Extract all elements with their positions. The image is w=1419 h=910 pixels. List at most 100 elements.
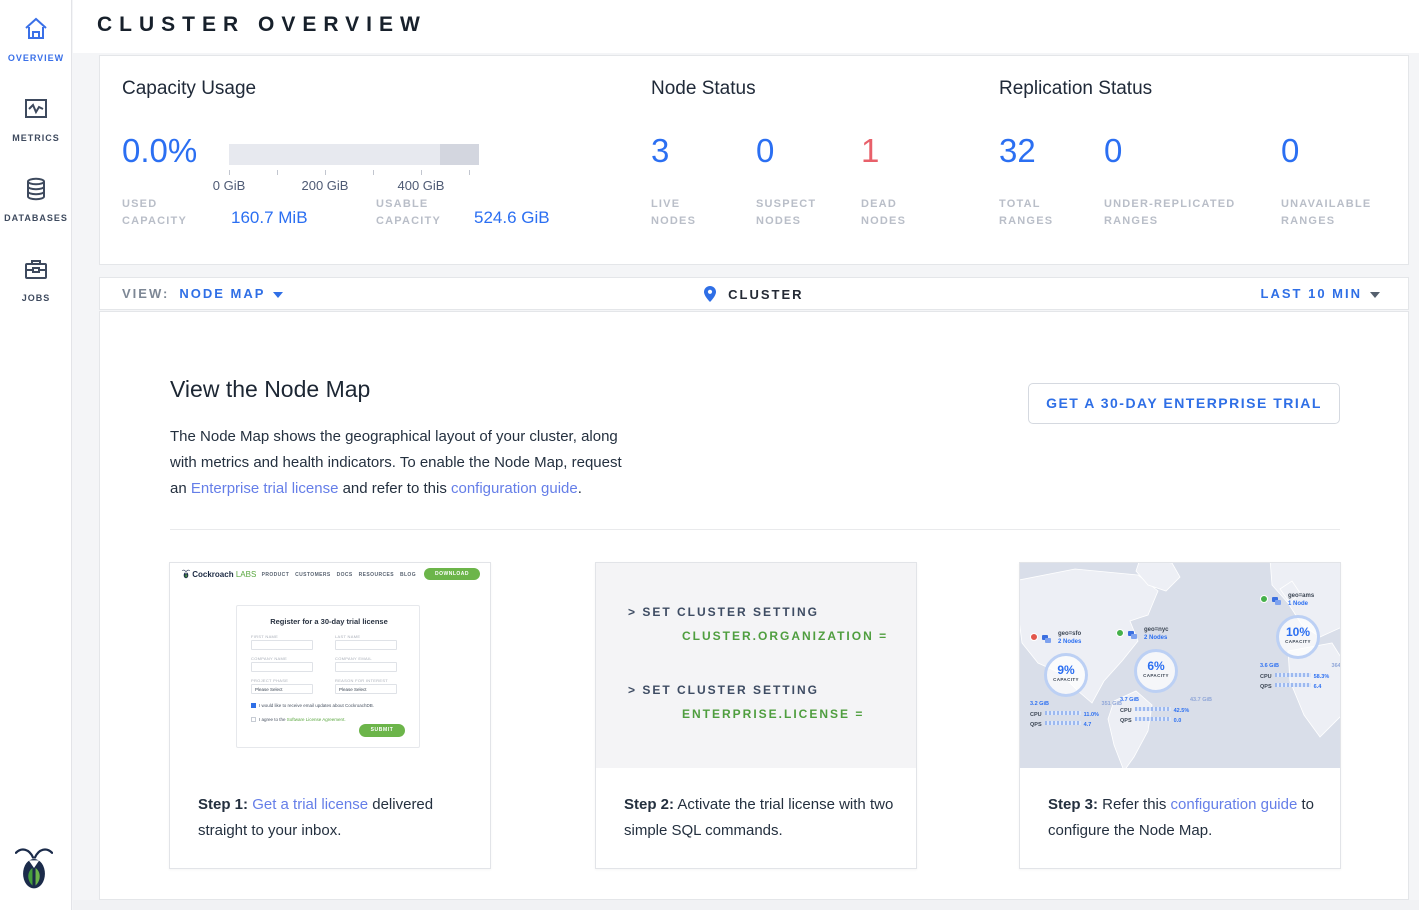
divider (170, 529, 1340, 530)
minisite-logo: Cockroach LABS (182, 569, 256, 579)
axis-tick-label: 0 GiB (213, 178, 246, 193)
database-icon (23, 176, 49, 202)
node-cube-icon (1128, 631, 1138, 640)
under-replicated-ranges-value: 0 (1104, 132, 1122, 170)
metrics-chart-icon (23, 96, 49, 122)
total-ranges-label: TOTAL RANGES (999, 196, 1053, 230)
enterprise-trial-license-link[interactable]: Enterprise trial license (191, 480, 339, 497)
capacity-donut: 6% CAPACITY (1134, 649, 1178, 693)
under-replicated-ranges-label: UNDER-REPLICATED RANGES (1104, 196, 1235, 230)
sidebar-item-overview[interactable]: OVERVIEW (0, 16, 72, 66)
sql-line: > SET CLUSTER SETTING (628, 605, 819, 619)
axis-tick-label: 400 GiB (398, 178, 445, 193)
location-pin-icon (704, 286, 716, 305)
axis-tick (469, 170, 470, 175)
node-status-title: Node Status (651, 78, 756, 100)
trial-signup-screenshot: Cockroach LABS PRODUCTCUSTOMERSDOCSRESOU… (170, 563, 490, 768)
step1-caption: Step 1: Get a trial license delivered st… (198, 792, 468, 844)
company-email-field (335, 662, 397, 672)
dead-nodes-label: DEAD NODES (861, 196, 906, 230)
trial-register-form: Register for a 30-day trial license FIRS… (236, 605, 420, 748)
axis-tick (373, 170, 374, 175)
unavailable-ranges-value: 0 (1281, 132, 1299, 170)
section-description: The Node Map shows the geographical layo… (170, 424, 640, 502)
usable-capacity-label: USABLE CAPACITY (376, 196, 441, 230)
view-bar: VIEW:NODE MAP CLUSTER LAST 10 MIN (99, 277, 1409, 310)
sql-code-block: > SET CLUSTER SETTING CLUSTER.ORGANIZATI… (596, 563, 916, 768)
used-capacity-label: USED CAPACITY (122, 196, 187, 230)
get-enterprise-trial-button[interactable]: GET A 30-DAY ENTERPRISE TRIAL (1028, 383, 1340, 424)
sql-line: CLUSTER.ORGANIZATION = (682, 629, 888, 643)
page-title: CLUSTER OVERVIEW (97, 13, 427, 37)
submit-button: SUBMIT (359, 724, 405, 737)
sidebar-item-label: JOBS (22, 293, 51, 303)
reason-select: Please Select (335, 684, 397, 694)
suspect-nodes-label: SUSPECT NODES (756, 196, 816, 230)
capacity-bar (229, 144, 479, 165)
cluster-summary-panel: Capacity Usage 0.0% 0 GiB 200 GiB 400 Gi… (99, 55, 1409, 265)
node-widget-ams: geo=ams 1 Node 10% CAPACITY 3.6 GiB364 G… (1252, 593, 1340, 688)
suspect-nodes-value: 0 (756, 132, 774, 170)
step2-caption: Step 2: Activate the trial license with … (624, 792, 894, 844)
axis-tick (277, 170, 278, 175)
node-map-screenshot: geo=sfo 2 Nodes 9% CAPACITY 3.2 GiB351 G… (1020, 563, 1340, 768)
axis-tick-label: 200 GiB (302, 178, 349, 193)
replication-status-title: Replication Status (999, 78, 1152, 100)
step2-card: > SET CLUSTER SETTING CLUSTER.ORGANIZATI… (595, 562, 917, 869)
get-trial-license-link[interactable]: Get a trial license (252, 796, 368, 813)
capacity-donut: 10% CAPACITY (1276, 615, 1320, 659)
step3-caption: Step 3: Refer this configuration guide t… (1048, 792, 1318, 844)
time-range-selector[interactable]: LAST 10 MIN (1261, 286, 1380, 301)
minisite-nav: PRODUCTCUSTOMERSDOCSRESOURCESBLOG (256, 572, 416, 578)
home-icon (23, 16, 49, 42)
capacity-usage-title: Capacity Usage (122, 78, 256, 100)
scope-label: CLUSTER (728, 287, 803, 302)
sidebar-item-label: DATABASES (4, 213, 68, 223)
live-nodes-value: 3 (651, 132, 669, 170)
capacity-percent: 0.0% (122, 132, 197, 170)
total-ranges-value: 32 (999, 132, 1036, 170)
node-status-dot-green (1116, 629, 1124, 637)
project-phase-select: Please Select (251, 684, 313, 694)
briefcase-icon (23, 256, 49, 282)
sidebar-item-label: OVERVIEW (8, 53, 64, 63)
live-nodes-label: LIVE NODES (651, 196, 696, 230)
email-updates-checkbox: I would like to receive email updates ab… (251, 703, 374, 708)
sql-line: ENTERPRISE.LICENSE = (682, 707, 864, 721)
unavailable-ranges-label: UNAVAILABLE RANGES (1281, 196, 1371, 230)
sidebar: OVERVIEW METRICS DATABASES JOBS (0, 0, 72, 910)
sidebar-item-metrics[interactable]: METRICS (0, 96, 72, 146)
sql-line: > SET CLUSTER SETTING (628, 683, 819, 697)
dead-nodes-value: 1 (861, 132, 879, 170)
form-title: Register for a 30-day trial license (237, 617, 421, 626)
configuration-guide-link[interactable]: configuration guide (451, 480, 578, 497)
time-range-label: LAST 10 MIN (1261, 286, 1362, 301)
configuration-guide-link[interactable]: configuration guide (1171, 796, 1298, 813)
company-name-field (251, 662, 313, 672)
usable-capacity-value: 524.6 GiB (474, 208, 550, 228)
step1-card: Cockroach LABS PRODUCTCUSTOMERSDOCSRESOU… (169, 562, 491, 869)
header-band: CLUSTER OVERVIEW (73, 0, 1419, 53)
axis-tick (229, 170, 230, 175)
node-widget-nyc: geo=nyc 2 Nodes 6% CAPACITY 3.7 GiB43.7 … (1116, 627, 1216, 722)
capacity-donut: 9% CAPACITY (1044, 653, 1088, 697)
capacity-bar-segment (440, 144, 479, 165)
page-bottom-strip (73, 900, 1419, 910)
license-agreement-checkbox: I agree to the Software License Agreemen… (251, 717, 346, 722)
sidebar-item-jobs[interactable]: JOBS (0, 256, 72, 306)
cockroachdb-logo (15, 843, 53, 893)
axis-tick (325, 170, 326, 175)
section-heading: View the Node Map (170, 376, 370, 403)
node-widget-sfo: geo=sfo 2 Nodes 9% CAPACITY 3.2 GiB351 G… (1030, 631, 1130, 726)
node-status-dot-red (1030, 633, 1038, 641)
step3-card: geo=sfo 2 Nodes 9% CAPACITY 3.2 GiB351 G… (1019, 562, 1341, 869)
axis-tick (421, 170, 422, 175)
first-name-field (251, 640, 313, 650)
node-cube-icon (1042, 635, 1052, 644)
last-name-field (335, 640, 397, 650)
node-map-panel: View the Node Map The Node Map shows the… (99, 311, 1409, 900)
chevron-down-icon (1370, 292, 1380, 298)
minisite-download-button: DOWNLOAD (424, 568, 480, 580)
used-capacity-value: 160.7 MiB (231, 208, 308, 228)
sidebar-item-databases[interactable]: DATABASES (0, 176, 72, 226)
